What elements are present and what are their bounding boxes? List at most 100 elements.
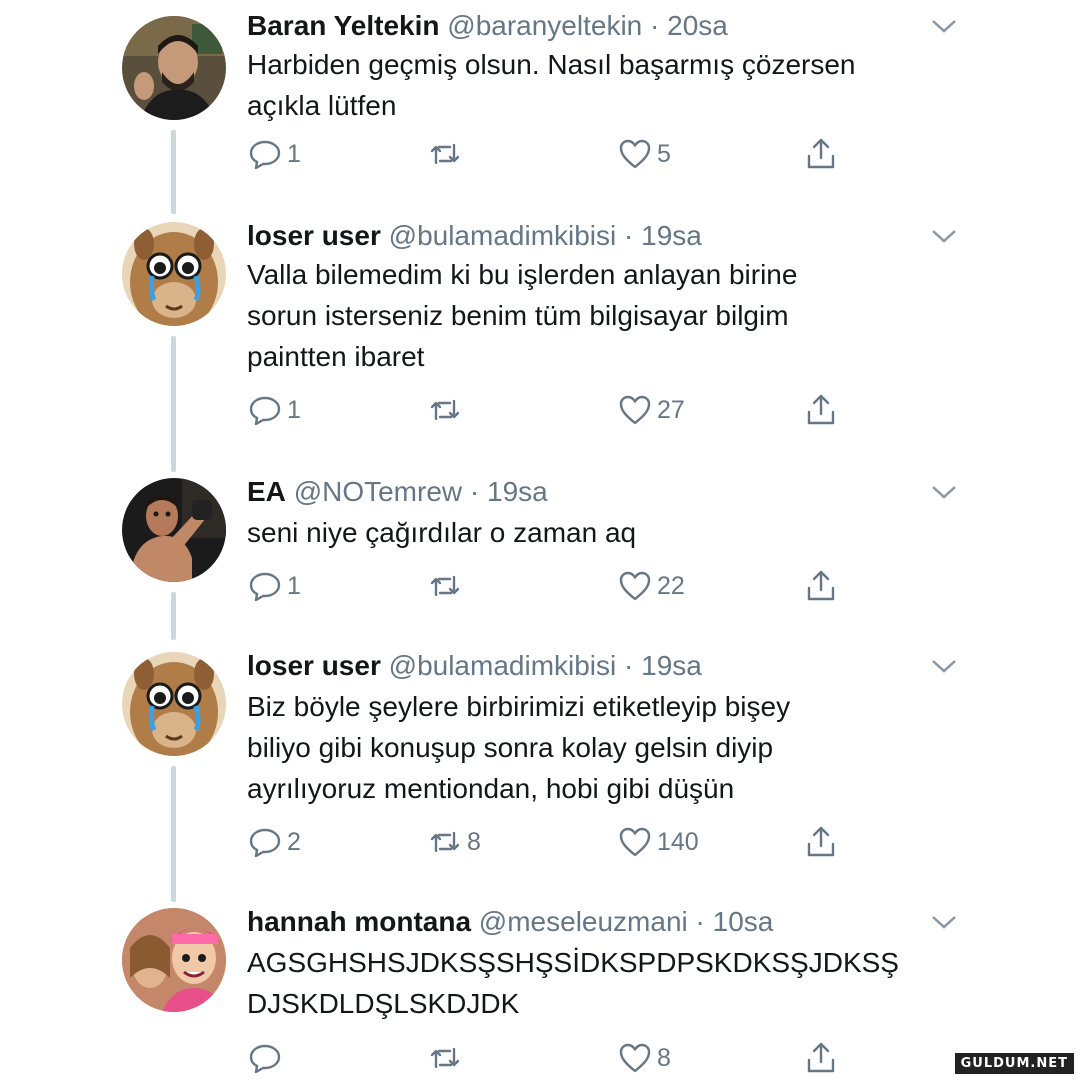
retweet-button[interactable] [427,134,467,174]
reply-button[interactable]: 1 [247,134,301,174]
username[interactable]: @NOTemrew [294,476,462,507]
username[interactable]: @bulamadimkibisi [389,220,617,251]
share-button[interactable] [803,822,839,862]
tweet-actions: 1 5 [247,134,867,174]
share-button[interactable] [803,1038,839,1078]
like-button[interactable]: 22 [617,566,685,606]
share-icon [807,394,835,425]
username[interactable]: @bulamadimkibisi [389,650,617,681]
reply-button[interactable]: 1 [247,390,301,430]
display-name[interactable]: EA [247,476,286,507]
reply-count: 2 [287,827,301,856]
tweet-actions: 2 8 140 [247,822,867,862]
reply-button[interactable]: 2 [247,822,301,862]
retweet-button[interactable] [427,1038,467,1078]
reply-icon [249,828,281,858]
timestamp[interactable]: 19sa [487,476,548,507]
avatar[interactable] [122,908,226,1012]
heart-icon [619,571,651,601]
tweet-text: seni niye çağırdılar o zaman aq [247,512,967,553]
display-name[interactable]: Baran Yeltekin [247,10,439,41]
reply-icon [249,572,281,602]
timestamp[interactable]: 19sa [641,220,702,251]
chevron-down-icon[interactable] [930,16,958,36]
share-button[interactable] [803,134,839,174]
reply-count: 1 [287,395,301,424]
display-name[interactable]: hannah montana [247,906,471,937]
timestamp[interactable]: 20sa [667,10,728,41]
tweet-actions: 1 22 [247,566,867,606]
share-button[interactable] [803,566,839,606]
tweet-text-line: ayrılıyoruz mentiondan, hobi gibi düşün [247,773,735,804]
separator: · [616,220,642,251]
reply-button[interactable]: 1 [247,566,301,606]
avatar[interactable] [122,222,226,326]
tweet-text: AGSGHSHSJDKSŞSHŞSİDKSPDPSKDKSŞJDKSŞ DJSK… [247,942,967,1024]
tweet-header: hannah montana @meseleuzmani · 10sa [247,904,773,940]
heart-icon [619,827,651,857]
retweet-button[interactable] [427,566,467,606]
avatar[interactable] [122,478,226,582]
heart-icon [619,1043,651,1073]
tweet-text-line: seni niye çağırdılar o zaman aq [247,517,637,548]
tweet-actions: 8 [247,1038,867,1078]
like-count: 27 [657,395,685,424]
tweet-actions: 1 27 [247,390,867,430]
chevron-down-icon[interactable] [930,912,958,932]
display-name[interactable]: loser user [247,650,381,681]
separator: · [642,10,668,41]
tweet-header: Baran Yeltekin @baranyeltekin · 20sa [247,8,728,44]
tweet-text-line: sorun isterseniz benim tüm bilgisayar bi… [247,300,789,331]
separator: · [687,906,713,937]
tweet-text-line: Biz böyle şeylere birbirimizi etiketleyi… [247,691,791,722]
tweet-header: loser user @bulamadimkibisi · 19sa [247,648,702,684]
tweet-text-line: Valla bilemedim ki bu işlerden anlayan b… [247,259,798,290]
chevron-down-icon[interactable] [930,226,958,246]
retweet-icon [430,143,460,165]
separator: · [616,650,642,681]
tweet-text: Valla bilemedim ki bu işlerden anlayan b… [247,254,967,377]
username[interactable]: @baranyeltekin [447,10,642,41]
tweet-text: Biz böyle şeylere birbirimizi etiketleyi… [247,686,967,809]
reply-icon [249,396,281,426]
tweet-text-line: biliyo gibi konuşup sonra kolay gelsin d… [247,732,774,763]
avatar[interactable] [122,16,226,120]
like-button[interactable]: 140 [617,822,699,862]
tweet-header: EA @NOTemrew · 19sa [247,474,548,510]
like-count: 5 [657,139,671,168]
like-button[interactable]: 27 [617,390,685,430]
chevron-down-icon[interactable] [930,482,958,502]
reply-count: 1 [287,139,301,168]
tweet-text-line: AGSGHSHSJDKSŞSHŞSİDKSPDPSKDKSŞJDKSŞ [247,947,899,978]
retweet-icon [430,831,460,853]
display-name[interactable]: loser user [247,220,381,251]
avatar[interactable] [122,652,226,756]
chevron-down-icon[interactable] [930,656,958,676]
retweet-button[interactable] [427,390,467,430]
thread-line [171,592,176,640]
timestamp[interactable]: 10sa [713,906,774,937]
timestamp[interactable]: 19sa [641,650,702,681]
reply-icon [249,140,281,170]
tweet-header: loser user @bulamadimkibisi · 19sa [247,218,702,254]
share-icon [807,826,835,857]
retweet-icon [430,1047,460,1069]
tweet-text-line: Harbiden geçmiş olsun. Nasıl başarmış çö… [247,49,856,80]
tweet-text-line: DJSKDLDŞLSKDJDK [247,988,520,1019]
separator: · [462,476,488,507]
like-button[interactable]: 5 [617,134,671,174]
reply-icon [249,1044,281,1074]
tweet-text: Harbiden geçmiş olsun. Nasıl başarmış çö… [247,44,967,126]
retweet-button[interactable]: 8 [427,822,481,862]
like-count: 22 [657,571,685,600]
thread-line [171,336,176,472]
thread-line [171,766,176,902]
username[interactable]: @meseleuzmani [479,906,688,937]
thread-line [171,130,176,214]
like-button[interactable]: 8 [617,1038,671,1078]
share-button[interactable] [803,390,839,430]
retweet-icon [430,399,460,421]
reply-button[interactable] [247,1038,287,1078]
reply-count: 1 [287,571,301,600]
like-count: 8 [657,1043,671,1072]
